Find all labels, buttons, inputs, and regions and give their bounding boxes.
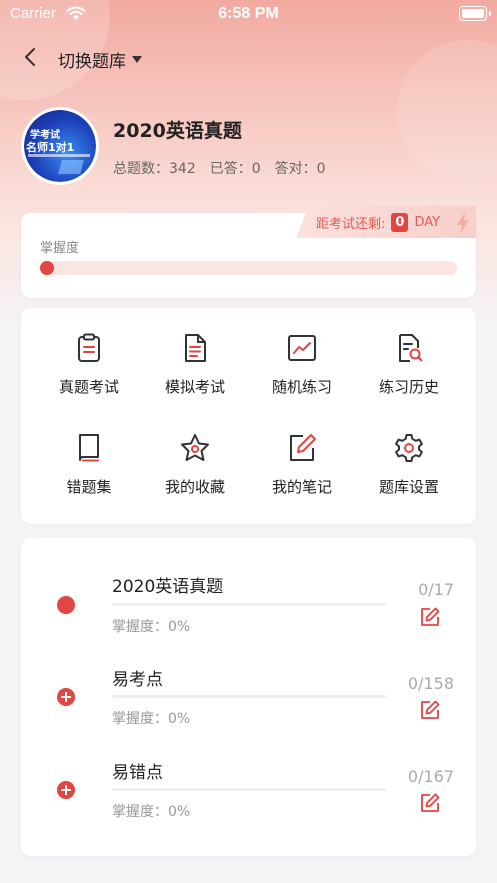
book-icon <box>79 434 99 462</box>
avatar-text-2: 名师1对1 <box>26 141 75 154</box>
grid-label: 错题集 <box>66 478 112 496</box>
mastery-progress-bar <box>40 261 457 275</box>
book-title: 2020英语真题 <box>113 120 242 142</box>
section-progress-bar <box>112 695 386 698</box>
mastery-progress-fill <box>40 261 54 275</box>
section-name: 2020英语真题 <box>112 577 224 597</box>
star-icon <box>181 434 209 461</box>
book-cover-avatar: 学考试 名师1对1 <box>21 107 99 185</box>
feature-grid-card: 真题考试 模拟考试 随机练习 练习历史 错题集 我的收藏 我的笔记 题库设置 <box>21 308 476 524</box>
edit-icon[interactable] <box>420 793 440 813</box>
chart-icon <box>288 335 316 361</box>
note-edit-icon <box>290 434 316 461</box>
grid-item-my-favorites[interactable]: 我的收藏 <box>140 432 250 512</box>
section-mastery: 掌握度：0% <box>112 711 191 727</box>
grid-label: 题库设置 <box>378 478 439 496</box>
document-icon <box>185 334 206 362</box>
grid-item-my-notes[interactable]: 我的笔记 <box>247 432 357 512</box>
section-name: 易考点 <box>112 670 163 690</box>
grid-label: 随机练习 <box>271 378 332 396</box>
section-progress-bar <box>112 603 386 606</box>
grid-label: 我的笔记 <box>271 478 332 496</box>
grid-item-mock-exam[interactable]: 模拟考试 <box>140 332 250 412</box>
mastery-card: 距考试还剩: 0 DAY 掌握度 <box>21 206 476 298</box>
switch-library-button[interactable]: 切换题库 <box>58 47 142 72</box>
grid-item-library-settings[interactable]: 题库设置 <box>354 432 464 512</box>
stat-total: 总题数：342 <box>113 161 196 177</box>
history-search-icon <box>399 334 423 362</box>
status-time: 6:58 PM <box>218 5 279 22</box>
status-bar: Carrier 6:58 PM <box>0 0 497 30</box>
section-item-error-prone[interactable]: 易错点 掌握度：0% 0/167 <box>21 746 476 838</box>
grid-label: 真题考试 <box>58 378 119 396</box>
section-mastery: 掌握度：0% <box>112 619 191 635</box>
grid-label: 我的收藏 <box>164 478 225 496</box>
grid-item-real-exam[interactable]: 真题考试 <box>34 332 144 412</box>
stat-answered: 已答：0 <box>209 161 261 177</box>
grid-label: 练习历史 <box>378 378 439 396</box>
grid-item-random-practice[interactable]: 随机练习 <box>247 332 357 412</box>
back-arrow-icon[interactable] <box>20 44 42 70</box>
book-stats: 总题数：342 已答：0 答对：0 <box>113 158 326 178</box>
section-item-real-exam[interactable]: 2020英语真题 掌握度：0% 0/17 <box>21 560 476 652</box>
caret-down-icon <box>132 56 142 63</box>
section-count: 0/167 <box>407 767 454 786</box>
section-count: 0/158 <box>407 674 454 693</box>
switch-library-label: 切换题库 <box>58 52 126 72</box>
mastery-label: 掌握度 <box>40 241 80 256</box>
stat-correct: 答对：0 <box>274 161 326 177</box>
edit-icon[interactable] <box>420 700 440 720</box>
exam-countdown-badge: 距考试还剩: 0 DAY <box>296 206 476 238</box>
section-count: 0/17 <box>418 580 454 599</box>
lightning-icon <box>457 212 469 234</box>
section-mastery: 掌握度：0% <box>112 804 191 820</box>
grid-item-wrong-questions[interactable]: 错题集 <box>34 432 144 512</box>
section-plus-icon <box>57 688 75 706</box>
section-dot-icon <box>57 596 75 614</box>
nav-bar: 切换题库 <box>0 38 497 78</box>
battery-icon <box>459 6 491 21</box>
grid-item-practice-history[interactable]: 练习历史 <box>354 332 464 412</box>
clipboard-icon <box>78 333 100 362</box>
section-list-card: 2020英语真题 掌握度：0% 0/17 易考点 掌握度：0% 0/158 易错… <box>21 538 476 856</box>
countdown-prefix: 距考试还剩: <box>316 216 386 232</box>
section-plus-icon <box>57 781 75 799</box>
section-progress-bar <box>112 788 386 791</box>
section-name: 易错点 <box>112 763 163 783</box>
gear-icon <box>395 434 423 462</box>
grid-label: 模拟考试 <box>164 378 225 396</box>
section-item-key-points[interactable]: 易考点 掌握度：0% 0/158 <box>21 653 476 745</box>
countdown-unit: DAY <box>414 214 441 230</box>
countdown-days: 0 <box>391 212 409 232</box>
edit-icon[interactable] <box>420 607 440 627</box>
